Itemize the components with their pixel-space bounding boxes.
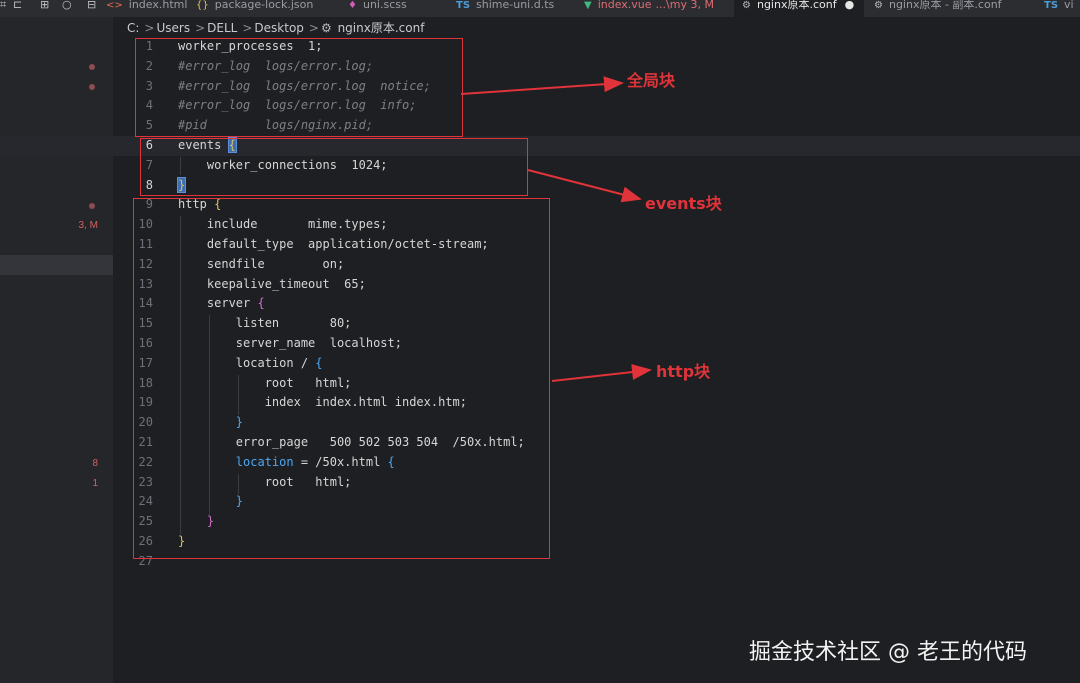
arrow-http [551,364,652,382]
arrow-global [460,76,624,95]
watermark: 掘金技术社区 @ 老王的代码 [749,640,1027,665]
http-block-label: http块 [656,362,711,381]
arrow-events [527,169,642,203]
global-block-label: 全局块 [627,71,676,90]
events-block-label: events块 [645,194,722,213]
annotation-arrows [460,76,652,382]
